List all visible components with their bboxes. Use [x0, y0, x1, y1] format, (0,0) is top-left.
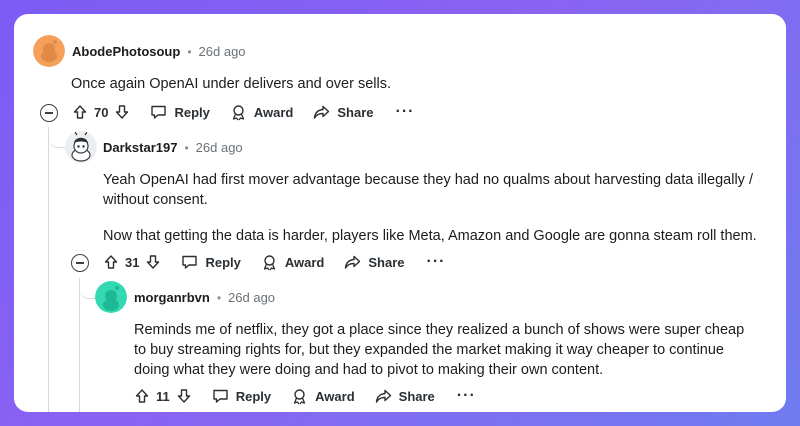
award-ribbon-icon — [263, 254, 276, 270]
speech-bubble-icon — [151, 105, 167, 119]
comment-actions: 31 Reply Award Share ··· — [103, 250, 446, 274]
collapse-thread-button[interactable] — [71, 254, 89, 272]
arrow-down-icon[interactable] — [176, 388, 192, 404]
award-ribbon-icon — [232, 104, 245, 120]
comment-thread-card: AbodePhotosoup • 26d ago Once again Open… — [14, 14, 786, 412]
thread-line-level-2 — [79, 278, 80, 412]
meta-separator: • — [187, 44, 192, 59]
reply-label: Reply — [174, 104, 210, 120]
more-options-button[interactable]: ··· — [457, 388, 476, 404]
avatar[interactable] — [95, 281, 127, 313]
arrow-up-icon[interactable] — [103, 254, 119, 270]
award-button[interactable]: Award — [291, 388, 355, 405]
comment-paragraph: Yeah OpenAI had first mover advantage be… — [103, 172, 753, 208]
reply-label: Reply — [205, 254, 241, 270]
thread-connector — [48, 127, 66, 148]
share-label: Share — [368, 254, 405, 270]
comment-body: Reminds me of netflix, they got a place … — [134, 320, 759, 380]
avatar[interactable] — [33, 35, 65, 67]
comment-author[interactable]: morganrbvn — [134, 290, 210, 305]
comment-actions: 70 Reply Award Share ··· — [72, 100, 415, 124]
comment-timestamp[interactable]: 26d ago — [199, 44, 246, 59]
share-button[interactable]: Share — [313, 104, 374, 120]
share-label: Share — [398, 388, 435, 404]
more-options-button[interactable]: ··· — [396, 104, 415, 120]
comment-paragraph: Now that getting the data is harder, pla… — [103, 228, 757, 244]
comment-body: Yeah OpenAI had first mover advantage be… — [103, 170, 763, 246]
award-button[interactable]: Award — [261, 254, 325, 271]
avatar[interactable] — [65, 131, 97, 163]
arrow-down-icon[interactable] — [114, 104, 130, 120]
reply-label: Reply — [235, 388, 272, 404]
vote-score: 70 — [94, 104, 109, 120]
comment-paragraph: Once again OpenAI under delivers and ove… — [71, 76, 391, 92]
award-label: Award — [284, 254, 325, 270]
award-button[interactable]: Award — [230, 104, 294, 121]
arrow-up-icon[interactable] — [72, 104, 88, 120]
arrow-up-icon[interactable] — [134, 388, 150, 404]
speech-bubble-icon — [182, 255, 198, 269]
snoo-avatar-icon — [95, 281, 127, 313]
snoo-avatar-icon — [33, 35, 65, 67]
thread-line-level-1 — [48, 127, 49, 412]
vote-score: 11 — [156, 388, 170, 404]
minus-icon — [45, 112, 53, 114]
meta-separator: • — [216, 290, 222, 305]
speech-bubble-icon — [213, 389, 228, 403]
more-options-button[interactable]: ··· — [427, 254, 446, 270]
snoo-avatar-icon — [65, 131, 97, 163]
reply-button[interactable]: Reply — [212, 388, 271, 404]
collapse-thread-button[interactable] — [40, 104, 58, 122]
comment-actions: 11 Reply Award Share ··· — [134, 384, 476, 408]
award-label: Award — [253, 104, 294, 120]
comment-body: Once again OpenAI under delivers and ove… — [71, 74, 771, 94]
arrow-down-icon[interactable] — [145, 254, 161, 270]
vote-score: 31 — [125, 254, 140, 270]
share-arrow-icon — [375, 389, 391, 403]
share-label: Share — [337, 104, 374, 120]
share-button[interactable]: Share — [344, 254, 405, 270]
comment-timestamp[interactable]: 26d ago — [196, 140, 243, 155]
share-button[interactable]: Share — [375, 388, 435, 404]
comment-paragraph: Reminds me of netflix, they got a place … — [134, 322, 745, 378]
reply-button[interactable]: Reply — [181, 254, 241, 270]
reply-button[interactable]: Reply — [150, 104, 210, 120]
comment-author[interactable]: AbodePhotosoup — [72, 44, 180, 59]
minus-icon — [76, 262, 84, 264]
share-arrow-icon — [345, 255, 361, 269]
share-arrow-icon — [314, 105, 330, 119]
comment-author[interactable]: Darkstar197 — [103, 140, 177, 155]
award-label: Award — [315, 388, 355, 404]
award-ribbon-icon — [294, 388, 306, 404]
comment-timestamp[interactable]: 26d ago — [228, 290, 275, 305]
meta-separator: • — [184, 140, 189, 155]
